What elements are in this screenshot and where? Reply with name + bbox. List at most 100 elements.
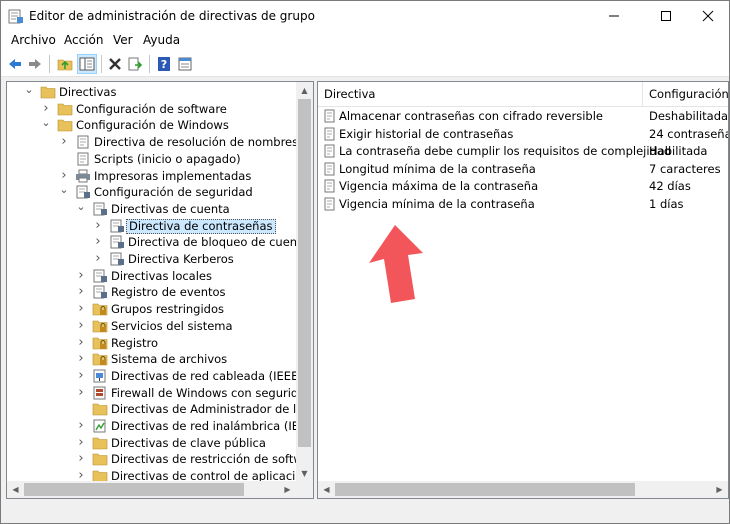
tree-item[interactable]: › Directivas de red cableada (IEEE 802.3)	[7, 368, 313, 385]
expand-chevron-icon[interactable]: ›	[76, 419, 86, 432]
doc-icon	[75, 135, 91, 149]
tree-item[interactable]: › Sistema de archivos	[7, 351, 299, 368]
folder-icon	[40, 85, 56, 99]
policy-name: Vigencia máxima de la contraseña	[339, 179, 539, 194]
tree-item[interactable]: › Directiva Kerberos	[7, 251, 299, 268]
tree-item-label: Sistema de archivos	[111, 352, 228, 367]
help-button[interactable]: ?	[154, 54, 174, 74]
tree-item-label: Directivas de red cableada (IEEE 802.3)	[111, 368, 313, 383]
gpo-editor-window: Editor de administración de directivas d…	[0, 0, 730, 524]
tree-item[interactable]: ⌄ Directivas	[7, 84, 299, 101]
tree-item[interactable]: › Servicios del sistema	[7, 318, 299, 335]
tree-pane[interactable]: ⌄ Directivas › Configuración de software ⌄ Co…	[6, 81, 314, 499]
folder-icon	[92, 436, 108, 450]
list-horizontal-scrollbar[interactable]: ◀ ▶	[318, 481, 728, 498]
tree-item[interactable]: › Registro	[7, 335, 299, 352]
expand-chevron-icon[interactable]: ›	[76, 386, 86, 399]
scroll-down-arrow[interactable]: ▼	[296, 465, 313, 482]
menu-accion[interactable]: Acción	[64, 33, 103, 47]
policy-row[interactable]: Longitud mínima de la contraseña 7 caract…	[318, 160, 728, 178]
tree-item[interactable]: › Directiva de resolución de nombres	[7, 134, 299, 151]
policy-setting-icon	[323, 179, 337, 193]
expand-chevron-icon[interactable]: ›	[76, 269, 86, 282]
scroll-right-arrow[interactable]: ▶	[711, 481, 728, 498]
tree-item[interactable]: Directivas de Administrador de listas de…	[7, 401, 313, 418]
collapse-chevron-icon[interactable]: ⌄	[76, 201, 86, 215]
tree-item[interactable]: Scripts (inicio o apagado)	[7, 151, 299, 168]
lockfolder-icon	[92, 352, 108, 366]
scroll-left-arrow[interactable]: ◀	[318, 481, 335, 498]
show-hide-tree-icon	[79, 57, 95, 71]
policy-row[interactable]: Vigencia máxima de la contraseña 42 días	[318, 177, 728, 195]
tree-item[interactable]: › Firewall de Windows con seguridad avanz…	[7, 385, 313, 402]
expand-chevron-icon[interactable]: ›	[76, 336, 86, 349]
menu-ayuda[interactable]: Ayuda	[143, 33, 180, 47]
tree-item[interactable]: › Directivas locales	[7, 268, 299, 285]
tree-item[interactable]: › Directiva de bloqueo de cuenta	[7, 234, 308, 251]
doc-icon	[75, 152, 91, 166]
maximize-button[interactable]	[643, 1, 689, 31]
expand-chevron-icon[interactable]: ›	[76, 452, 86, 465]
tree-item[interactable]: › Directivas de red inalámbrica (IEEE 802…	[7, 418, 313, 435]
expand-chevron-icon[interactable]: ›	[93, 219, 103, 232]
tree-item[interactable]: › Directiva de contraseñas	[7, 218, 299, 235]
properties-button[interactable]	[175, 54, 195, 74]
column-header-configuracion-label: Configuración de	[649, 87, 729, 101]
tree-item[interactable]: ⌄ Configuración de Windows	[7, 117, 299, 134]
export-list-button[interactable]	[125, 54, 145, 74]
expand-chevron-icon[interactable]: ›	[93, 252, 103, 265]
window-title: Editor de administración de directivas d…	[29, 9, 315, 23]
expand-chevron-icon[interactable]: ›	[41, 102, 51, 115]
column-header-directiva-label: Directiva	[324, 87, 376, 101]
collapse-chevron-icon[interactable]: ⌄	[41, 117, 51, 131]
menu-archivo[interactable]: Archivo	[11, 33, 56, 47]
expand-chevron-icon[interactable]: ›	[59, 135, 69, 148]
tree-item-label: Directivas locales	[111, 268, 212, 283]
expand-chevron-icon[interactable]: ›	[59, 169, 69, 182]
expand-chevron-icon[interactable]: ›	[76, 352, 86, 365]
security-icon	[92, 285, 108, 299]
collapse-chevron-icon[interactable]: ⌄	[24, 84, 34, 98]
close-button[interactable]	[685, 1, 730, 31]
expand-chevron-icon[interactable]: ›	[76, 436, 86, 449]
list-horizontal-scroll-thumb[interactable]	[335, 483, 635, 496]
tree-horizontal-scroll-thumb[interactable]	[24, 483, 244, 496]
up-folder-button[interactable]	[55, 54, 75, 74]
tree-item[interactable]: › Directivas de clave pública	[7, 435, 299, 452]
expand-chevron-icon[interactable]: ›	[76, 319, 86, 332]
scroll-right-arrow[interactable]: ▶	[279, 481, 296, 498]
policy-row[interactable]: Vigencia mínima de la contraseña 1 días	[318, 195, 728, 213]
expand-chevron-icon[interactable]: ›	[93, 235, 103, 248]
menu-bar: Archivo Acción Ver Ayuda	[1, 31, 729, 51]
scroll-up-arrow[interactable]: ▲	[296, 82, 313, 99]
tree-horizontal-scrollbar[interactable]: ◀ ▶	[7, 481, 313, 498]
policy-value: 7 caracteres	[649, 161, 721, 176]
minimize-button[interactable]	[591, 1, 637, 31]
forward-button[interactable]	[25, 54, 45, 74]
back-button[interactable]	[5, 54, 25, 74]
expand-chevron-icon[interactable]: ›	[76, 369, 86, 382]
tree-item[interactable]: ⌄ Directivas de cuenta	[7, 201, 299, 218]
policy-row[interactable]: Exigir historial de contraseñas 24 contra…	[318, 125, 728, 143]
collapse-chevron-icon[interactable]: ⌄	[59, 184, 69, 198]
delete-button[interactable]	[105, 54, 125, 74]
tree-item[interactable]: › Impresoras implementadas	[7, 168, 299, 185]
expand-chevron-icon[interactable]: ›	[76, 302, 86, 315]
tree-item[interactable]: › Directivas de restricción de software	[7, 451, 313, 468]
scroll-left-arrow[interactable]: ◀	[7, 481, 24, 498]
policy-row[interactable]: La contraseña debe cumplir los requisito…	[318, 142, 728, 160]
menu-ver[interactable]: Ver	[113, 33, 133, 47]
policy-row[interactable]: Almacenar contraseñas con cifrado revers…	[318, 107, 728, 125]
column-header-configuracion[interactable]: Configuración de	[643, 82, 729, 106]
expand-chevron-icon[interactable]: ›	[76, 285, 86, 298]
lockfolder-icon	[92, 302, 108, 316]
policy-setting-icon	[323, 109, 337, 123]
security-icon	[92, 202, 108, 216]
tree-item[interactable]: › Configuración de software	[7, 101, 299, 118]
tree-item[interactable]: ⌄ Configuración de seguridad	[7, 184, 299, 201]
tree-vertical-scroll-thumb[interactable]	[298, 99, 311, 447]
tree-vertical-scrollbar[interactable]: ▲ ▼	[296, 82, 313, 482]
show-hide-tree-button[interactable]	[77, 54, 97, 74]
tree-item[interactable]: › Registro de eventos	[7, 284, 299, 301]
tree-item[interactable]: › Grupos restringidos	[7, 301, 299, 318]
